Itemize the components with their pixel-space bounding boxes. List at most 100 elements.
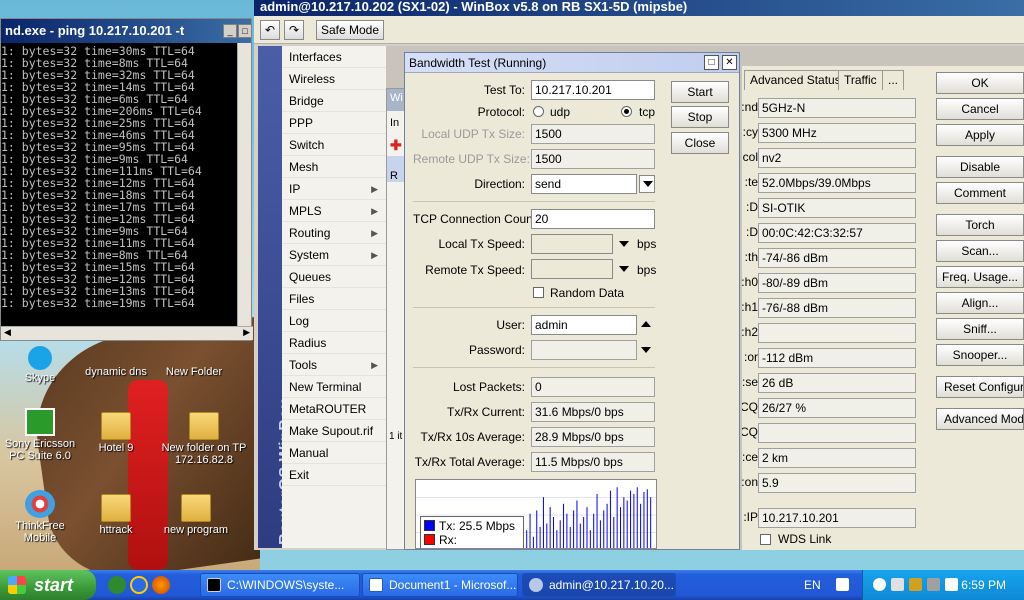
direction-select[interactable]: send (531, 174, 637, 194)
local-tx-speed-dropdown-icon[interactable] (619, 241, 629, 247)
ie-icon[interactable] (130, 576, 148, 594)
menu-item-log[interactable]: Log (282, 310, 386, 332)
scroll-right-icon[interactable]: ▶ (243, 327, 250, 338)
torch-button[interactable]: Torch (936, 214, 1024, 236)
scan-button[interactable]: Scan... (936, 240, 1024, 262)
menu-item-files[interactable]: Files (282, 288, 386, 310)
password-field[interactable] (531, 340, 637, 360)
freq-usage-button[interactable]: Freq. Usage... (936, 266, 1024, 288)
desktop-icon-httrack[interactable]: httrack (76, 494, 156, 536)
scroll-left-icon[interactable]: ◀ (4, 327, 11, 338)
wds-link-checkbox[interactable] (760, 534, 771, 545)
tcp-connection-count-field[interactable]: 20 (531, 209, 655, 229)
menu-item-wireless[interactable]: Wireless (282, 68, 386, 90)
desktop-icon-new-program[interactable]: new program (156, 494, 236, 536)
random-data-checkbox[interactable] (533, 287, 544, 298)
desktop-icon-hotel[interactable]: Hotel 9 (76, 412, 156, 454)
close-icon[interactable]: ✕ (722, 55, 737, 70)
phone-tray-icon[interactable] (945, 578, 958, 591)
network-icon[interactable] (891, 578, 904, 591)
console-vertical-scrollbar[interactable] (237, 43, 251, 328)
menu-item-ip[interactable]: IP ▶ (282, 178, 386, 200)
tab-traffic[interactable]: Traffic (838, 70, 883, 90)
tab-more[interactable]: ... (882, 70, 905, 90)
align-button[interactable]: Align... (936, 292, 1024, 314)
maximize-icon[interactable]: □ (704, 55, 719, 70)
desktop-icon-skype[interactable]: Skype (0, 346, 80, 384)
undo-icon[interactable]: ↶ (260, 20, 280, 40)
help-icon[interactable] (836, 578, 849, 591)
menu-item-mesh[interactable]: Mesh (282, 156, 386, 178)
task-winbox[interactable]: admin@10.217.10.20... (522, 573, 676, 597)
desktop-icon-new-folder[interactable]: New Folder (154, 346, 234, 378)
utorrent-icon[interactable] (108, 576, 126, 594)
firefox-icon[interactable] (152, 576, 170, 594)
maximize-button[interactable]: □ (238, 24, 252, 38)
task-word[interactable]: Document1 - Microsof... (362, 573, 518, 597)
menu-item-routing[interactable]: Routing ▶ (282, 222, 386, 244)
task-cmd[interactable]: C:\WINDOWS\syste... (200, 573, 360, 597)
security-icon[interactable] (909, 578, 922, 591)
menu-item-manual[interactable]: Manual (282, 442, 386, 464)
phone-icon (25, 408, 55, 436)
remote-tx-speed-field[interactable] (531, 259, 613, 279)
interface-field-label: ce: (742, 450, 758, 464)
menu-item-make-supout-rif[interactable]: Make Supout.rif (282, 420, 386, 442)
remote-tx-speed-dropdown-icon[interactable] (619, 266, 629, 272)
remote-udp-size-field[interactable]: 1500 (531, 149, 655, 169)
local-udp-size-field[interactable]: 1500 (531, 124, 655, 144)
console-horizontal-scrollbar[interactable]: ◀ ▶ (1, 326, 253, 340)
cancel-button[interactable]: Cancel (936, 98, 1024, 120)
comment-button[interactable]: Comment (936, 182, 1024, 204)
user-collapse-icon[interactable] (641, 321, 651, 327)
clock[interactable]: 6:59 PM (961, 578, 1006, 592)
console-title[interactable]: nd.exe - ping 10.217.10.201 -t (1, 19, 251, 43)
disable-button[interactable]: Disable (936, 156, 1024, 178)
winbox-title[interactable]: admin@10.217.10.202 (SX1-02) - WinBox v5… (254, 0, 1024, 16)
bandwidth-test-title[interactable]: Bandwidth Test (Running) (405, 53, 739, 73)
direction-dropdown-button[interactable] (639, 175, 655, 193)
menu-item-tools[interactable]: Tools ▶ (282, 354, 386, 376)
redo-icon[interactable]: ↷ (284, 20, 304, 40)
menu-item-system[interactable]: System ▶ (282, 244, 386, 266)
menu-item-interfaces[interactable]: Interfaces (282, 46, 386, 68)
console-window[interactable]: nd.exe - ping 10.217.10.201 -t _ □ 1: by… (0, 18, 253, 341)
desktop-icon-new-folder-on[interactable]: New folder on TP 172.16.82.8 (156, 412, 252, 466)
interface-properties-window[interactable]: Advanced Status Traffic ... nd:5GHz-Ncy:… (742, 66, 1024, 550)
bandwidth-test-dialog[interactable]: Bandwidth Test (Running) □ ✕ Test To: 10… (404, 52, 740, 550)
local-tx-speed-field[interactable] (531, 234, 613, 254)
menu-item-queues[interactable]: Queues (282, 266, 386, 288)
menu-item-metarouter[interactable]: MetaROUTER (282, 398, 386, 420)
advanced-mode-button[interactable]: Advanced Mode (936, 408, 1024, 430)
desktop-icon-thinkfree[interactable]: ThinkFree Mobile (0, 490, 80, 544)
protocol-tcp-radio[interactable] (621, 106, 632, 117)
stop-button[interactable]: Stop (671, 106, 729, 128)
tab-advanced-status[interactable]: Advanced Status (744, 70, 847, 90)
desktop-icon-sony-ericsson[interactable]: Sony Ericsson PC Suite 6.0 (0, 408, 80, 462)
password-dropdown-icon[interactable] (641, 347, 651, 353)
menu-item-new-terminal[interactable]: New Terminal (282, 376, 386, 398)
ok-button[interactable]: OK (936, 72, 1024, 94)
test-to-field[interactable]: 10.217.10.201 (531, 80, 655, 100)
menu-item-bridge[interactable]: Bridge (282, 90, 386, 112)
chevron-left-icon[interactable] (873, 578, 886, 591)
start-button[interactable]: start (0, 570, 96, 600)
safe-mode-button[interactable]: Safe Mode (316, 20, 384, 40)
close-button[interactable]: Close (671, 132, 729, 154)
start-button[interactable]: Start (671, 81, 729, 103)
menu-item-exit[interactable]: Exit (282, 464, 386, 486)
reset-configuration-button[interactable]: Reset Configuration (936, 376, 1024, 398)
sniff-button[interactable]: Sniff... (936, 318, 1024, 340)
apply-button[interactable]: Apply (936, 124, 1024, 146)
protocol-udp-radio[interactable] (533, 106, 544, 117)
desktop-icon-dynamic-dns[interactable]: dynamic dns (76, 346, 156, 378)
menu-item-switch[interactable]: Switch (282, 134, 386, 156)
volume-icon[interactable] (927, 578, 940, 591)
menu-item-ppp[interactable]: PPP (282, 112, 386, 134)
minimize-button[interactable]: _ (223, 24, 237, 38)
menu-item-mpls[interactable]: MPLS ▶ (282, 200, 386, 222)
snooper-button[interactable]: Snooper... (936, 344, 1024, 366)
menu-item-radius[interactable]: Radius (282, 332, 386, 354)
language-indicator[interactable]: EN (804, 578, 821, 592)
user-field[interactable]: admin (531, 315, 637, 335)
